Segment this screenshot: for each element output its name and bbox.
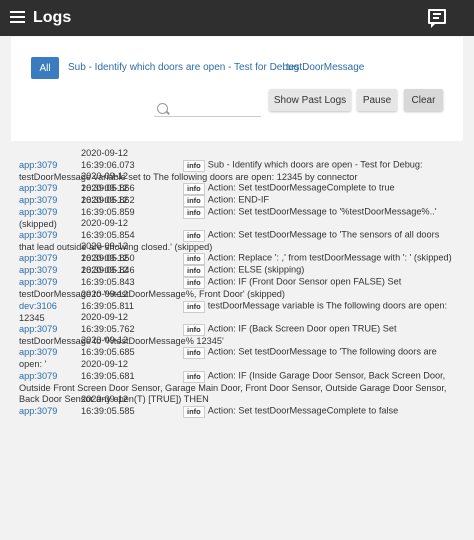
log-source-link[interactable]: dev:3106 bbox=[19, 301, 81, 313]
page-title: Logs bbox=[33, 9, 72, 26]
log-level-badge: info bbox=[183, 405, 205, 418]
show-past-logs-button[interactable]: Show Past Logs bbox=[269, 89, 351, 111]
log-timestamp: 2020-09-12 16:39:06.073 bbox=[81, 148, 135, 170]
log-timestamp: 2020-09-12 16:39:05.811 bbox=[81, 289, 134, 311]
log-level-badge: info bbox=[183, 346, 205, 359]
log-source-link[interactable]: app:3079 bbox=[19, 347, 81, 359]
filter-app-sub-identify-doors[interactable]: Sub - Identify which doors are open - Te… bbox=[68, 62, 299, 73]
clear-button[interactable]: Clear bbox=[404, 89, 443, 111]
log-source-link[interactable]: app:3079 bbox=[19, 406, 81, 418]
filter-all-button[interactable]: All bbox=[31, 57, 59, 79]
log-timestamp: 2020-09-12 16:39:05.681 bbox=[81, 359, 135, 381]
log-source-link[interactable]: app:3079 bbox=[19, 160, 81, 172]
log-source-link[interactable]: app:3079 bbox=[19, 324, 81, 336]
log-source-link[interactable]: app:3079 bbox=[19, 230, 81, 242]
log-source-link[interactable]: app:3079 bbox=[19, 277, 81, 289]
log-timestamp: 2020-09-12 16:39:05.854 bbox=[81, 218, 135, 240]
log-timestamp: 2020-09-12 16:39:05.585 bbox=[81, 394, 135, 416]
log-level-badge: info bbox=[183, 206, 205, 219]
log-source-link[interactable]: app:3079 bbox=[19, 207, 81, 219]
search-input[interactable] bbox=[154, 101, 261, 117]
logs-panel: All Sub - Identify which doors are open … bbox=[11, 37, 463, 537]
log-level-badge: info bbox=[183, 323, 205, 336]
log-message: Action: Set testDoorMessageComplete to f… bbox=[207, 405, 399, 416]
filter-testdoormessage[interactable]: testDoorMessage bbox=[286, 62, 364, 73]
log-timestamp: 2020-09-12 16:39:05.859 bbox=[81, 195, 135, 217]
log-level-badge: info bbox=[183, 276, 205, 289]
top-app-bar: Logs bbox=[0, 0, 474, 36]
log-timestamp: 2020-09-12 16:39:05.762 bbox=[81, 312, 135, 334]
log-level-badge: info bbox=[183, 229, 205, 242]
menu-icon[interactable] bbox=[10, 11, 25, 24]
log-timestamp: 2020-09-12 16:39:05.685 bbox=[81, 335, 135, 357]
log-level-badge: info bbox=[183, 370, 205, 383]
log-level-badge: info bbox=[183, 159, 205, 172]
pause-button[interactable]: Pause bbox=[357, 89, 397, 111]
log-source-link[interactable]: app:3079 bbox=[19, 371, 81, 383]
log-timestamp: 2020-09-12 16:39:05.843 bbox=[81, 265, 135, 287]
chat-icon[interactable] bbox=[428, 9, 446, 28]
log-level-badge: info bbox=[183, 300, 205, 313]
log-entry: app:30792020-09-12 16:39:05.585 info Actio… bbox=[19, 394, 455, 418]
log-list[interactable]: app:30792020-09-12 16:39:06.073 info Sub -… bbox=[11, 141, 463, 537]
